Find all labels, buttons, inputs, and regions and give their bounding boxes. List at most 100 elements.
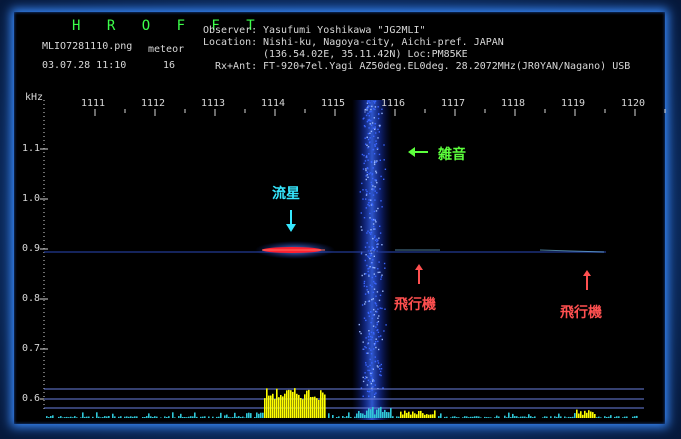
- noise-speck: [365, 352, 368, 354]
- noise-speck: [377, 320, 380, 323]
- noise-speck: [367, 147, 369, 149]
- noise-speck: [374, 122, 377, 125]
- amplitude-bar: [304, 394, 306, 418]
- amplitude-bar: [66, 416, 68, 418]
- noise-speck: [370, 321, 372, 324]
- amplitude-bar: [208, 416, 210, 418]
- noise-speck: [368, 347, 371, 350]
- noise-speck: [374, 100, 377, 102]
- noise-speck: [367, 203, 369, 206]
- amplitude-bar: [606, 417, 608, 418]
- amplitude-bar: [434, 410, 436, 418]
- amplitude-bar: [422, 413, 424, 418]
- amplitude-bar: [284, 393, 286, 418]
- noise-speck: [377, 366, 379, 368]
- noise-speck: [362, 189, 364, 191]
- amplitude-bar: [420, 410, 422, 418]
- noise-speck: [370, 161, 373, 163]
- noise-speck: [378, 261, 380, 263]
- noise-speck: [373, 161, 376, 164]
- noise-speck: [377, 207, 379, 210]
- noise-speck: [368, 339, 370, 341]
- noise-speck: [378, 315, 380, 317]
- noise-speck: [362, 198, 364, 200]
- noise-speck: [378, 124, 381, 127]
- noise-speck: [366, 390, 369, 392]
- amplitude-bar: [166, 417, 168, 418]
- noise-speck: [374, 267, 376, 269]
- noise-speck: [366, 155, 368, 157]
- noise-speck: [374, 145, 376, 147]
- noise-speck: [369, 284, 372, 286]
- amplitude-bar: [484, 416, 486, 418]
- noise-speck: [374, 282, 376, 284]
- amplitude-bar: [130, 416, 132, 418]
- noise-speck: [371, 173, 373, 176]
- amplitude-bar: [416, 414, 418, 418]
- noise-speck: [377, 268, 379, 270]
- amplitude-bar: [544, 416, 546, 418]
- noise-speck: [364, 108, 367, 111]
- amplitude-bar: [452, 416, 454, 418]
- noise-speck: [374, 248, 376, 251]
- amplitude-bar: [592, 412, 594, 418]
- amplitude-bar: [168, 416, 170, 418]
- amplitude-bar: [580, 411, 582, 418]
- amplitude-bar: [250, 413, 252, 418]
- noise-speck: [372, 325, 375, 327]
- noise-speck: [373, 344, 376, 346]
- amplitude-bar: [92, 416, 94, 418]
- x-tick-label: 1111: [81, 98, 106, 109]
- amplitude-bar: [80, 417, 82, 418]
- y-tick-label: 1.0: [22, 193, 41, 204]
- amplitude-bar: [278, 397, 280, 418]
- noise-speck: [360, 332, 362, 335]
- noise-speck: [375, 338, 377, 340]
- amplitude-bar: [190, 416, 192, 418]
- noise-speck: [384, 168, 387, 170]
- noise-speck: [376, 243, 378, 246]
- noise-speck: [381, 274, 383, 276]
- amplitude-bar: [546, 416, 548, 418]
- noise-speck: [375, 161, 377, 163]
- noise-speck: [372, 219, 374, 221]
- noise-speck: [378, 336, 380, 338]
- amplitude-bar: [372, 407, 374, 418]
- amplitude-bar: [114, 416, 116, 418]
- noise-speck: [363, 317, 366, 319]
- noise-speck: [369, 335, 372, 338]
- amplitude-bar: [276, 388, 278, 418]
- noise-speck: [381, 244, 383, 246]
- noise-speck: [372, 380, 374, 382]
- amplitude-bar: [318, 399, 320, 418]
- amplitude-bar: [196, 416, 198, 418]
- noise-speck: [383, 159, 385, 161]
- noise-speck: [370, 331, 373, 333]
- amplitude-bar: [582, 414, 584, 418]
- amplitude-bar: [476, 416, 478, 418]
- amplitude-bar: [262, 412, 264, 418]
- noise-speck: [361, 229, 363, 231]
- amplitude-bar: [438, 416, 440, 418]
- noise-speck: [378, 348, 380, 351]
- noise-speck: [370, 353, 373, 355]
- noise-arrow-icon: [408, 147, 428, 157]
- amplitude-bar: [486, 417, 488, 418]
- noise-speck: [370, 231, 373, 234]
- amplitude-bar: [286, 390, 288, 418]
- noise-speck: [368, 199, 370, 201]
- amplitude-bar: [604, 416, 606, 418]
- noise-speck: [381, 206, 383, 208]
- noise-speck: [371, 122, 374, 124]
- amplitude-bar: [224, 415, 226, 418]
- meteor-arrow-icon: [286, 210, 296, 232]
- noise-speck: [371, 203, 373, 205]
- amplitude-bar: [106, 416, 108, 418]
- noise-speck: [369, 102, 371, 104]
- amplitude-bar: [126, 416, 128, 418]
- noise-speck: [367, 176, 369, 178]
- noise-speck: [375, 170, 377, 172]
- amplitude-bar: [406, 412, 408, 418]
- noise-speck: [369, 105, 371, 107]
- noise-speck: [367, 105, 370, 107]
